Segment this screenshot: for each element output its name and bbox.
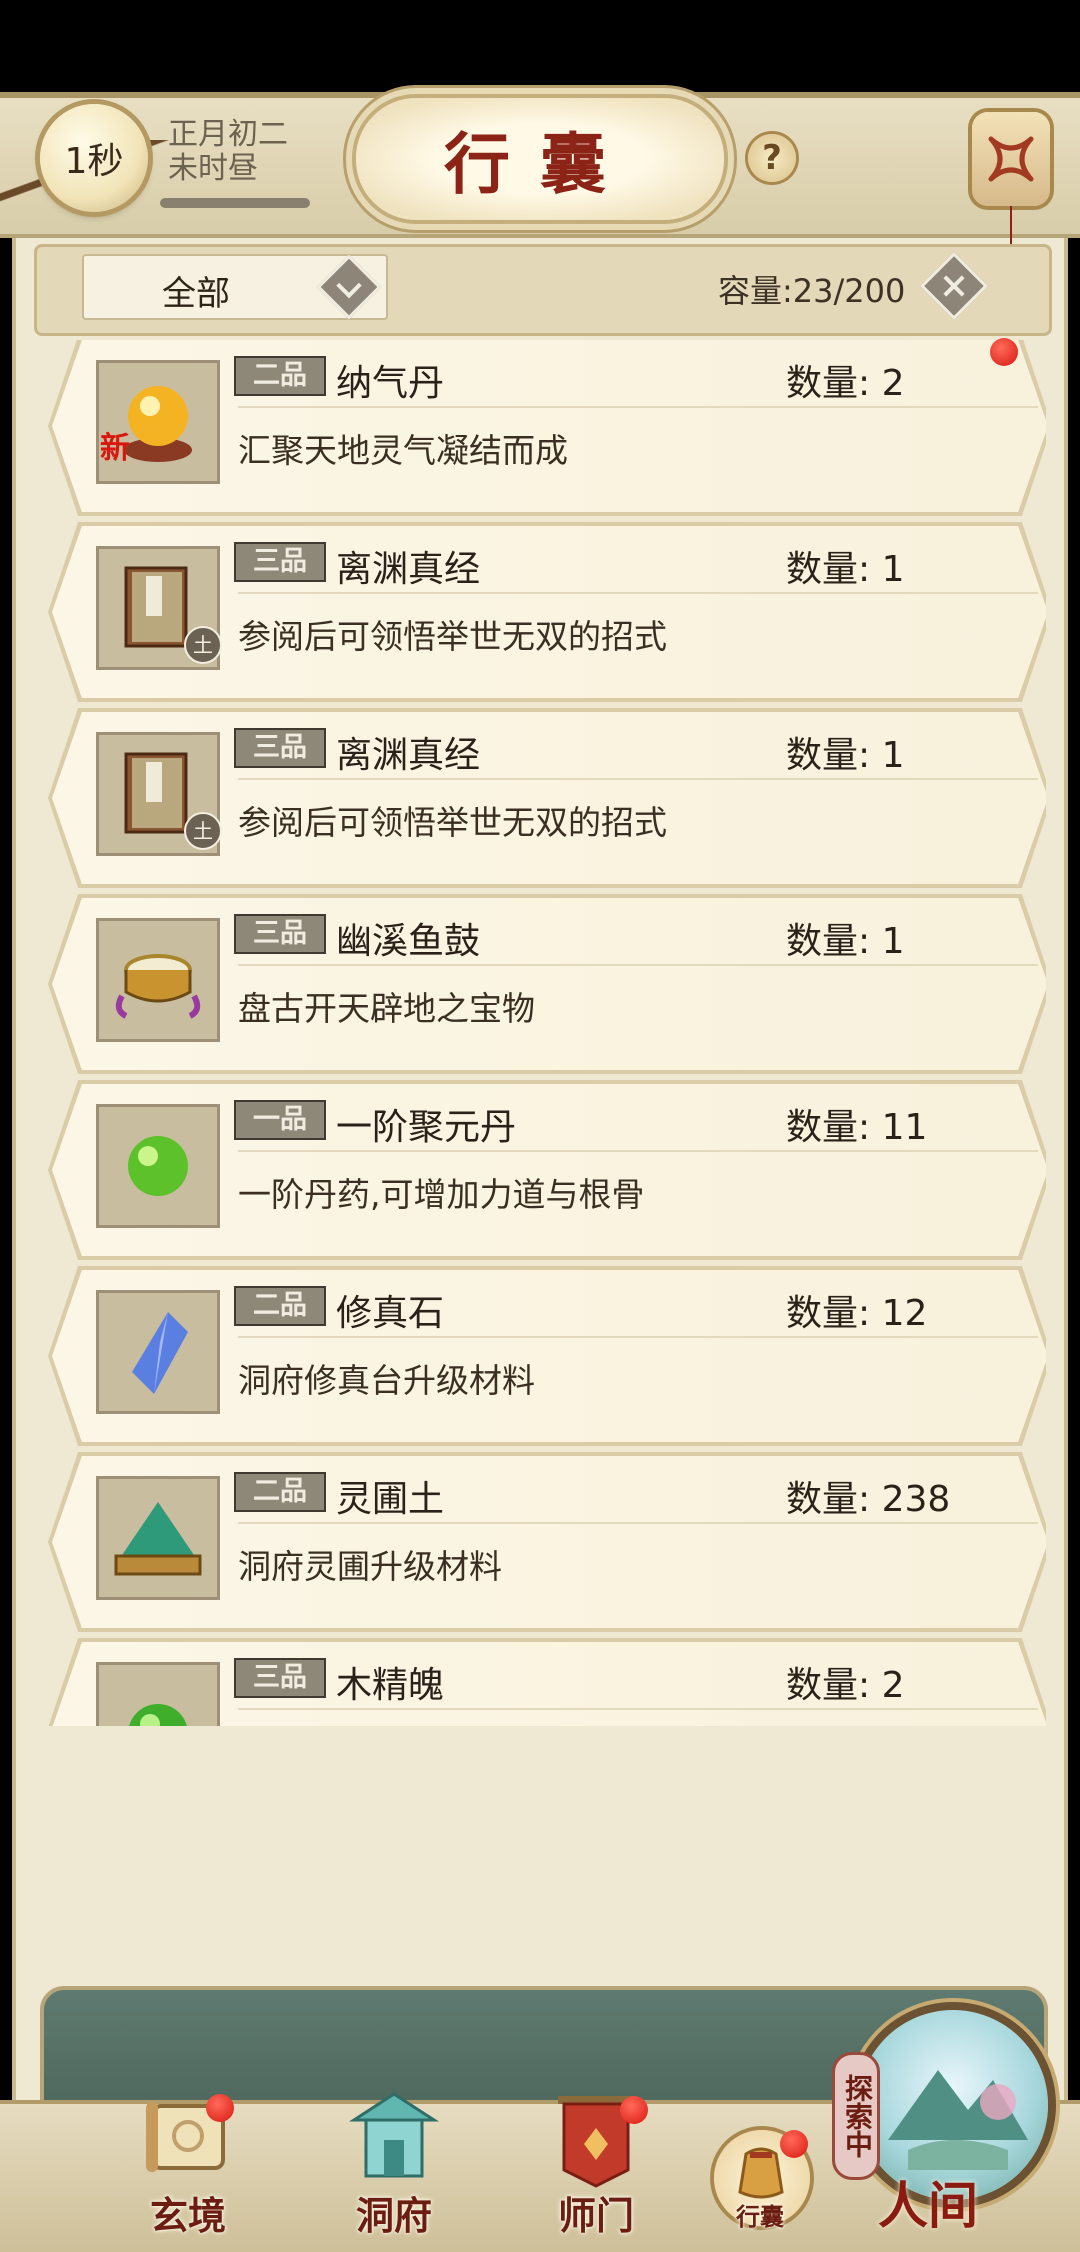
item-grade: 三品 — [234, 1658, 326, 1698]
item-description: 洞府修真台升级材料 — [238, 1361, 535, 1400]
item-divider — [238, 964, 1038, 966]
nav-xuanjing-label: 玄境 — [149, 2193, 226, 2238]
item-name: 一阶聚元丹 — [336, 1107, 517, 1148]
item-quantity: 数量: 1 — [786, 735, 905, 776]
item-quantity: 数量: 2 — [786, 1665, 905, 1706]
item-badge: 新 — [100, 431, 130, 466]
item-divider — [238, 1150, 1038, 1152]
pavilion-icon — [348, 2092, 440, 2178]
capacity-readout: 容量:23/200 — [718, 266, 905, 312]
nav-shimen-dot — [620, 2096, 648, 2124]
page-title: 行囊 — [356, 98, 724, 220]
item-description: 一阶丹药,可增加力道与根骨 — [238, 1175, 645, 1214]
item-name: 离渊真经 — [336, 735, 481, 776]
capacity-value: 23/200 — [792, 272, 906, 310]
time-progress-bar — [160, 198, 310, 208]
item-list[interactable]: 新二品 纳气丹 数量: 2 汇聚天地灵气凝结而成土三品 离渊真经 数量: 1 参阅后可领悟举… — [34, 340, 1046, 1726]
drum-icon — [96, 918, 220, 1042]
nav-renjian-label: 人间 — [878, 2176, 978, 2235]
date-hour: 未时昼 — [168, 151, 258, 186]
item-quantity: 数量: 12 — [786, 1293, 928, 1334]
item-description: 参阅后可领悟举世无双的招式 — [238, 617, 667, 656]
item-name: 幽溪鱼鼓 — [336, 921, 481, 962]
item-quantity: 数量: 2 — [786, 363, 905, 404]
page-title-text: 行囊 — [444, 125, 636, 203]
green-orb-icon — [96, 1662, 220, 1726]
item-grade: 二品 — [234, 356, 326, 396]
time-speed-button[interactable]: 1秒 — [40, 104, 148, 212]
game-date: 正月初二 未时昼 — [168, 118, 288, 186]
item-grade: 三品 — [234, 914, 326, 954]
nav-xuanjing-dot — [206, 2094, 234, 2122]
exploring-tag: 探索中 — [832, 2052, 880, 2180]
nav-xingnang-dot — [780, 2130, 808, 2158]
item-badge: 土 — [184, 812, 222, 850]
item-grade: 一品 — [234, 1100, 326, 1140]
close-icon — [988, 136, 1034, 182]
item-name: 木精魄 — [336, 1665, 445, 1706]
help-button[interactable]: ? — [748, 134, 796, 182]
item-divider — [238, 1522, 1038, 1524]
item-grade: 二品 — [234, 1286, 326, 1326]
item-grade: 三品 — [234, 542, 326, 582]
item-quantity: 数量: 11 — [786, 1107, 928, 1148]
item-description: 洞府灵圃升级材料 — [238, 1547, 502, 1586]
nav-xingnang-label: 行囊 — [736, 2202, 784, 2231]
item-name: 灵圃土 — [336, 1479, 445, 1520]
item-description: 汇聚天地灵气凝结而成 — [238, 431, 568, 470]
category-dropdown-value: 全部 — [162, 274, 230, 314]
chevron-down-icon[interactable] — [316, 254, 382, 320]
crystal-icon — [96, 1290, 220, 1414]
item-quantity: 数量: 238 — [786, 1479, 951, 1520]
item-quantity: 数量: 1 — [786, 549, 905, 590]
nav-dongfu[interactable]: 洞府 — [324, 2090, 464, 2240]
item-divider — [238, 1336, 1038, 1338]
nav-shimen[interactable]: 师门 — [526, 2090, 666, 2240]
item-description: 盘古开天辟地之宝物 — [238, 989, 535, 1028]
item-description: 参阅后可领悟举世无双的招式 — [238, 803, 667, 842]
item-name: 修真石 — [336, 1293, 445, 1334]
item-name: 纳气丹 — [336, 363, 445, 404]
category-dropdown[interactable]: 全部 — [82, 254, 388, 320]
lantern-tassel — [1010, 206, 1012, 246]
item-divider — [238, 406, 1038, 408]
help-icon: ? — [762, 138, 782, 178]
item-badge: 土 — [184, 626, 222, 664]
nav-shimen-label: 师门 — [557, 2193, 634, 2238]
item-quantity: 数量: 1 — [786, 921, 905, 962]
item-divider — [238, 778, 1038, 780]
capacity-label: 容量: — [718, 272, 793, 310]
time-speed-label: 1秒 — [64, 141, 124, 182]
item-divider — [238, 1708, 1038, 1710]
date-day: 正月初二 — [168, 117, 288, 152]
nav-xingnang[interactable]: 行囊 — [700, 2090, 820, 2240]
item-grade: 三品 — [234, 728, 326, 768]
close-button[interactable] — [972, 112, 1050, 206]
soil-pile-icon — [96, 1476, 220, 1600]
nav-dongfu-label: 洞府 — [355, 2193, 432, 2238]
item-name: 离渊真经 — [336, 549, 481, 590]
new-item-dot — [990, 338, 1018, 366]
item-divider — [238, 592, 1038, 594]
green-pill-icon — [96, 1104, 220, 1228]
item-grade: 二品 — [234, 1472, 326, 1512]
nav-xuanjing[interactable]: 玄境 — [118, 2090, 258, 2240]
